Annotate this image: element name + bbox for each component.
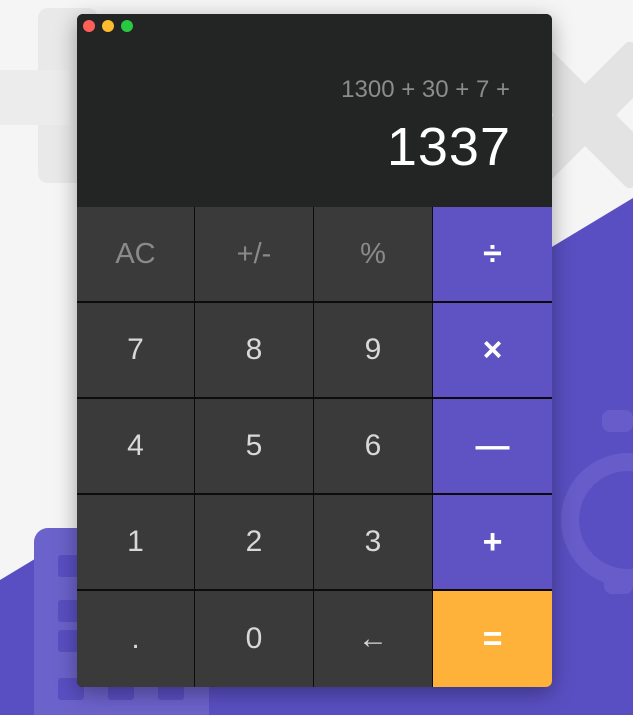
clear-button[interactable]: AC [77,207,194,301]
minimize-window-button[interactable] [102,20,114,32]
expression-text: 1300 + 30 + 7 + [341,76,510,103]
digit-1-button[interactable]: 1 [77,495,194,589]
title-bar [77,14,552,38]
add-button[interactable]: + [433,495,552,589]
maximize-window-button[interactable] [121,20,133,32]
multiply-button[interactable]: × [433,303,552,397]
digit-6-button[interactable]: 6 [314,399,432,493]
calculator-window: 1300 + 30 + 7 + 1337 AC +/- % ÷ 7 8 9 × … [77,14,552,687]
digit-3-button[interactable]: 3 [314,495,432,589]
calculator-display: 1300 + 30 + 7 + 1337 [77,38,552,207]
digit-9-button[interactable]: 9 [314,303,432,397]
percent-button[interactable]: % [314,207,432,301]
keypad: AC +/- % ÷ 7 8 9 × 4 5 6 — 1 2 3 + . 0 ←… [77,207,552,687]
digit-4-button[interactable]: 4 [77,399,194,493]
digit-5-button[interactable]: 5 [195,399,313,493]
digit-8-button[interactable]: 8 [195,303,313,397]
equals-button[interactable]: = [433,591,552,687]
backspace-button[interactable]: ← [314,591,432,687]
divide-button[interactable]: ÷ [433,207,552,301]
subtract-button[interactable]: — [433,399,552,493]
digit-2-button[interactable]: 2 [195,495,313,589]
result-text: 1337 [386,117,511,177]
toggle-sign-button[interactable]: +/- [195,207,313,301]
close-window-button[interactable] [83,20,95,32]
decimal-button[interactable]: . [77,591,194,687]
digit-0-button[interactable]: 0 [195,591,313,687]
digit-7-button[interactable]: 7 [77,303,194,397]
